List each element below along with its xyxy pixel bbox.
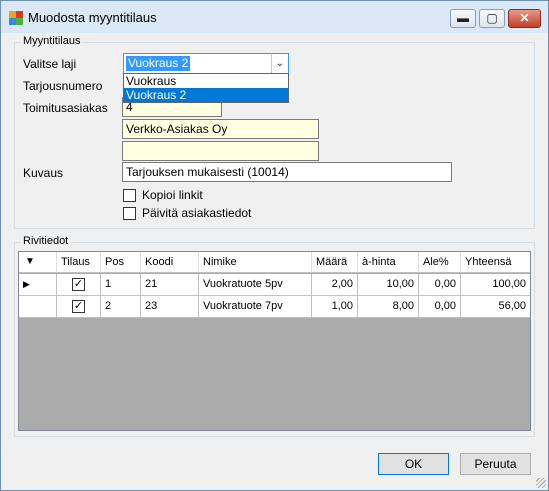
app-icon (9, 11, 23, 25)
maximize-button[interactable]: ▢ (479, 9, 505, 28)
rows-grid[interactable]: ▼ Tilaus Pos Koodi Nimike Määrä à-hinta … (18, 251, 531, 431)
description-label: Kuvaus (23, 166, 64, 180)
type-dropdown-list: Vuokraus Vuokraus 2 (123, 73, 289, 103)
chevron-down-icon[interactable]: ⌄ (271, 54, 288, 73)
offer-number-label: Tarjousnumero (23, 79, 103, 93)
order-cell[interactable]: ✓ (57, 296, 101, 317)
col-header-discount[interactable]: Ale% (419, 252, 461, 272)
name-cell: Vuokratuote 7pv (199, 296, 312, 317)
price-cell[interactable]: 8,00 (358, 296, 419, 317)
order-checkbox[interactable]: ✓ (72, 300, 85, 313)
minimize-icon: ▬ (457, 11, 469, 25)
rows-legend: Rivitiedot (21, 235, 71, 247)
code-cell: 21 (141, 274, 199, 295)
maximize-icon: ▢ (486, 11, 498, 25)
description-field[interactable]: Tarjouksen mukaisesti (10014) (122, 162, 452, 182)
col-header-pos[interactable]: Pos (101, 252, 141, 272)
qty-cell[interactable]: 2,00 (312, 274, 358, 295)
sales-order-legend: Myyntitilaus (21, 35, 83, 47)
grid-header: ▼ Tilaus Pos Koodi Nimike Määrä à-hinta … (19, 252, 530, 273)
total-cell: 100,00 (492, 278, 526, 290)
col-header-code[interactable]: Koodi (141, 252, 199, 272)
update-customer-label: Päivitä asiakastiedot (142, 206, 252, 220)
column-chooser-icon[interactable]: ▼ (19, 252, 57, 272)
row-pointer-icon: ▶ (19, 274, 57, 295)
table-row[interactable]: ▶ ✓ 1 21 Vuokratuote 5pv 2,00 10,00 0,00… (19, 274, 530, 296)
price-cell[interactable]: 10,00 (358, 274, 419, 295)
pos-cell: 1 (101, 274, 141, 295)
total-cell: 56,00 (498, 300, 526, 312)
close-button[interactable]: ✕ (508, 9, 541, 28)
update-customer-checkbox[interactable] (123, 207, 136, 220)
name-cell: Vuokratuote 5pv (199, 274, 312, 295)
minimize-button[interactable]: ▬ (450, 9, 476, 28)
window-title: Muodosta myyntitilaus (28, 10, 157, 25)
col-header-order[interactable]: Tilaus (57, 252, 101, 272)
close-icon: ✕ (519, 11, 530, 25)
dialog-window: Muodosta myyntitilaus ▬ ▢ ✕ Myyntitilaus… (0, 0, 549, 491)
code-cell: 23 (141, 296, 199, 317)
pos-cell: 2 (101, 296, 141, 317)
col-header-price[interactable]: à-hinta (358, 252, 419, 272)
qty-cell[interactable]: 1,00 (312, 296, 358, 317)
col-header-total[interactable]: Yhteensä (461, 252, 530, 272)
customer-label: Toimitusasiakas (23, 101, 108, 115)
row-header-cell (19, 296, 57, 317)
customer-extra-field[interactable] (122, 141, 319, 161)
col-header-qty[interactable]: Määrä (312, 252, 358, 272)
table-row[interactable]: ✓ 2 23 Vuokratuote 7pv 1,00 8,00 0,00 56… (19, 296, 530, 318)
type-selected-value: Vuokraus 2 (126, 56, 191, 71)
col-header-name[interactable]: Nimike (199, 252, 312, 272)
resize-grip-icon[interactable] (536, 478, 546, 488)
type-option-vuokraus[interactable]: Vuokraus (124, 74, 288, 88)
order-checkbox[interactable]: ✓ (72, 278, 85, 291)
ok-button[interactable]: OK (378, 453, 449, 475)
discount-cell[interactable]: 0,00 (419, 296, 461, 317)
order-cell[interactable]: ✓ (57, 274, 101, 295)
type-label: Valitse laji (23, 57, 77, 71)
title-bar[interactable]: Muodosta myyntitilaus ▬ ▢ ✕ (1, 1, 548, 33)
copy-links-label: Kopioi linkit (142, 188, 203, 202)
customer-name-field[interactable]: Verkko-Asiakas Oy (122, 119, 319, 139)
copy-links-checkbox[interactable] (123, 189, 136, 202)
type-option-vuokraus-2[interactable]: Vuokraus 2 (124, 88, 288, 102)
discount-cell[interactable]: 0,00 (419, 274, 461, 295)
type-select[interactable]: Vuokraus 2 ⌄ (123, 53, 289, 74)
cancel-button[interactable]: Peruuta (460, 453, 531, 475)
